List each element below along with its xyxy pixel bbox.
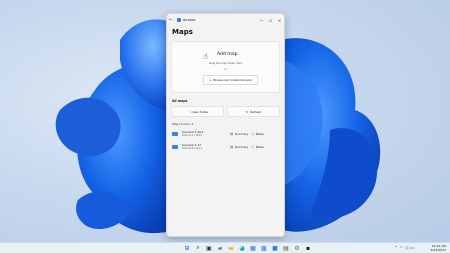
notepad-icon[interactable]: ▤ xyxy=(282,244,290,252)
open-folder-label: Open folder xyxy=(191,109,209,114)
edge-icon[interactable]: ◕ xyxy=(238,244,246,252)
notes-label: Notes xyxy=(255,144,264,149)
list-item[interactable]: Survival 1.20.1 2024-12-17 18:45 ▤ Summar… xyxy=(167,128,284,139)
browse-label: Browse and create manually xyxy=(213,78,252,82)
refresh-label: Refresh xyxy=(250,109,262,114)
volume-icon[interactable]: ◁ xyxy=(405,245,408,250)
maps-found-label: Maps found: 2 xyxy=(172,122,194,126)
taskbar: ⊞ ⌕ ▣ ▰ ▬ ◕ ▦ ▩ ■ ▤ ⚙ ▪ ⌃ ◠ ◁ ▭ 10:01 AM… xyxy=(0,242,450,253)
window-title: ae.ease xyxy=(183,18,196,22)
app-window: ← ae.ease — ☐ ✕ Maps ☝ Add map Drag the … xyxy=(166,13,285,237)
wifi-icon[interactable]: ◠ xyxy=(400,245,404,250)
notes-icon: ○ xyxy=(251,131,255,136)
settings-icon[interactable]: ⚙ xyxy=(293,244,301,252)
summary-label: Summary xyxy=(234,131,249,136)
all-maps-label: All maps xyxy=(172,99,188,103)
clock-date: 6/23/2023 xyxy=(430,248,446,252)
plus-icon: + xyxy=(209,78,212,82)
task-view-icon[interactable]: ▣ xyxy=(205,244,213,252)
back-button[interactable]: ← xyxy=(167,17,175,23)
summary-button[interactable]: ▤ Summary xyxy=(230,132,248,136)
summary-icon: ▤ xyxy=(230,131,234,136)
system-tray[interactable]: ⌃ ◠ ◁ ▭ xyxy=(394,245,414,250)
chat-icon[interactable]: ▰ xyxy=(216,244,224,252)
notes-button[interactable]: ○ Notes xyxy=(251,145,264,149)
add-map-title: Add map xyxy=(217,52,238,57)
file-explorer-icon[interactable]: ▬ xyxy=(227,244,235,252)
map-date: 2024-12-17 18:45 xyxy=(182,134,202,137)
app-icon[interactable]: ■ xyxy=(271,244,279,252)
summary-label: Summary xyxy=(234,144,249,149)
notes-icon: ○ xyxy=(251,144,255,149)
map-date: 2023-06-15 22:14 xyxy=(182,147,202,150)
refresh-icon: ↻ xyxy=(245,109,249,114)
folder-icon xyxy=(172,144,178,149)
notes-button[interactable]: ○ Notes xyxy=(251,132,264,136)
photos-icon[interactable]: ▩ xyxy=(260,244,268,252)
clock[interactable]: 10:01 AM 6/23/2023 xyxy=(431,244,446,252)
store-icon[interactable]: ▦ xyxy=(249,244,257,252)
minimize-button[interactable]: — xyxy=(257,18,266,23)
drop-zone[interactable]: ☝ Add map Drag the map folder here or + … xyxy=(171,41,280,93)
notes-label: Notes xyxy=(255,131,264,136)
maximize-button[interactable]: ☐ xyxy=(266,18,275,23)
title-bar: ← ae.ease — ☐ ✕ xyxy=(167,14,284,26)
folder-icon xyxy=(172,131,178,136)
page-title: Maps xyxy=(172,28,193,36)
close-button[interactable]: ✕ xyxy=(275,18,284,23)
hand-pointer-icon: ☝ xyxy=(203,52,208,61)
refresh-button[interactable]: ↻ Refresh xyxy=(227,106,280,117)
app-icon xyxy=(177,18,181,22)
summary-icon: ▤ xyxy=(230,144,234,149)
battery-icon[interactable]: ▭ xyxy=(410,245,414,250)
windows-start-icon[interactable]: ⊞ xyxy=(183,244,191,252)
or-label: or xyxy=(224,68,227,71)
open-folder-button[interactable]: 🗀 Open folder xyxy=(171,106,224,117)
browse-button[interactable]: + Browse and create manually xyxy=(203,75,258,85)
chevron-up-icon[interactable]: ⌃ xyxy=(394,245,397,250)
terminal-icon[interactable]: ▪ xyxy=(304,244,312,252)
list-item[interactable]: Survival 1.17 2023-06-15 22:14 ▤ Summary … xyxy=(167,141,284,152)
folder-icon: 🗀 xyxy=(186,109,190,113)
drop-hint: Drag the map folder here xyxy=(209,62,242,65)
summary-button[interactable]: ▤ Summary xyxy=(230,145,248,149)
search-icon[interactable]: ⌕ xyxy=(194,244,202,252)
